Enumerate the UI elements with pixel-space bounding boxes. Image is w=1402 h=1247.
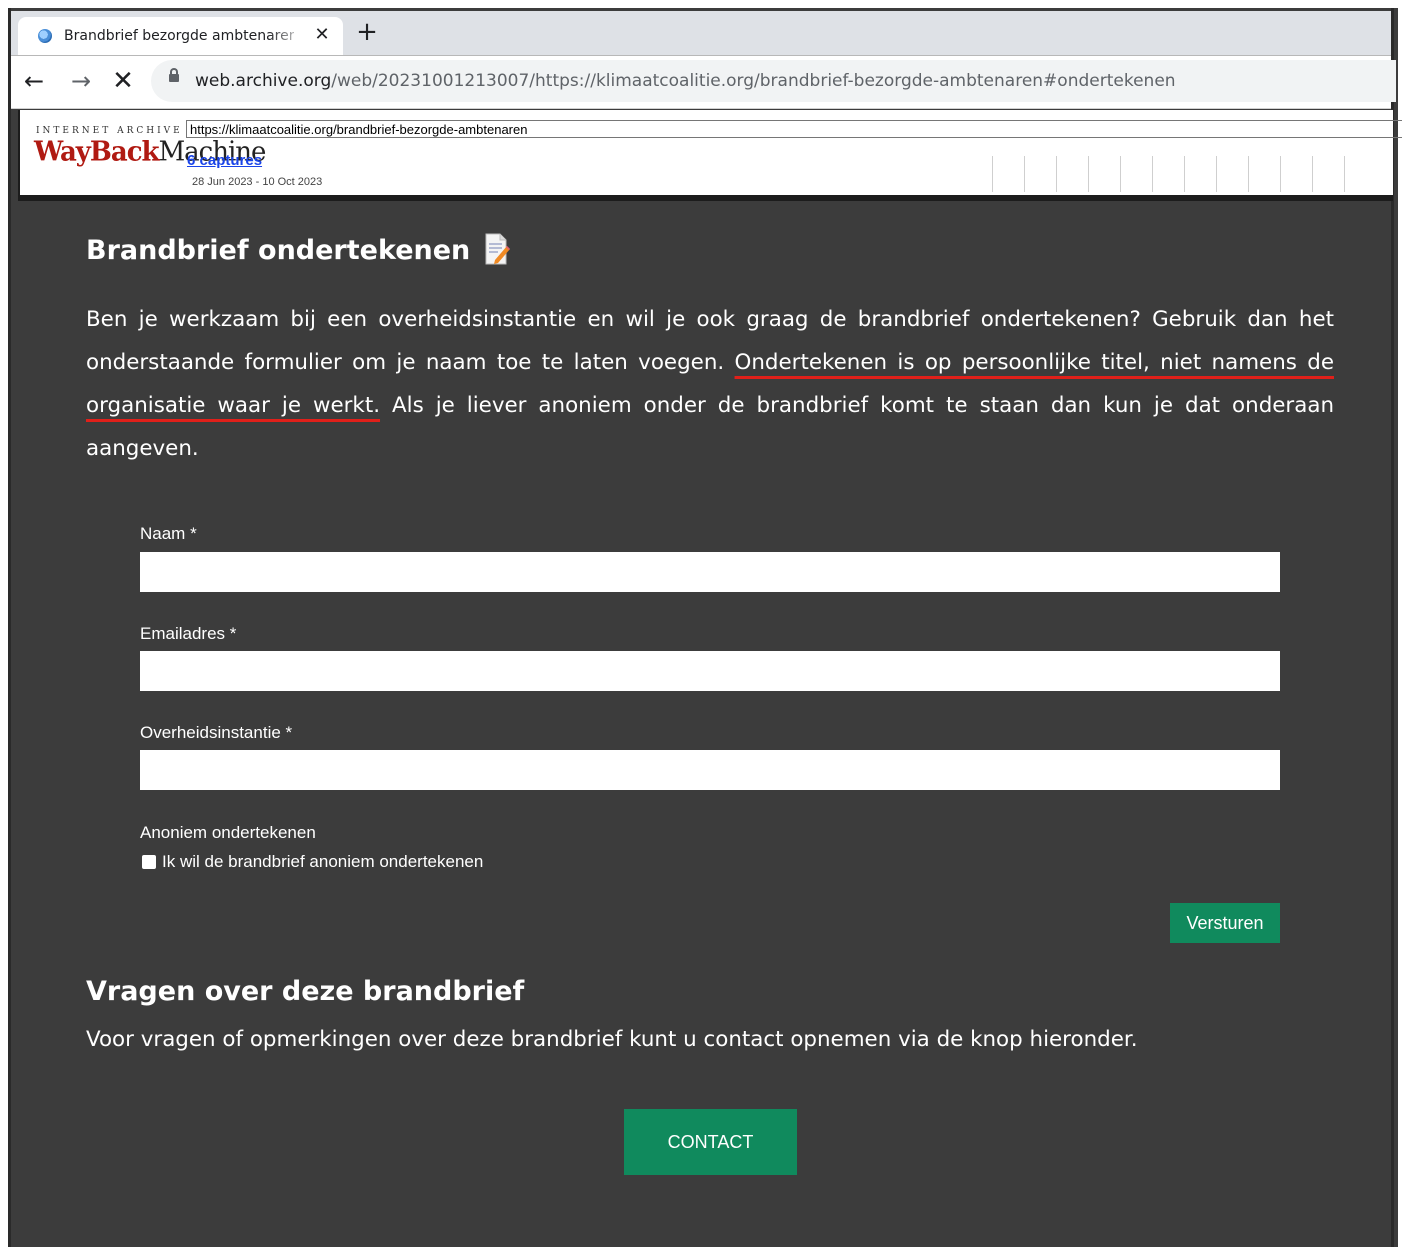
anonymous-checkbox[interactable] bbox=[142, 855, 156, 869]
organisation-label: Overheidsinstantie * bbox=[140, 723, 293, 742]
back-arrow-icon[interactable]: ← bbox=[19, 66, 49, 96]
logo-wayback-text: WayBack bbox=[34, 136, 160, 168]
contact-button[interactable]: CONTACT bbox=[624, 1109, 797, 1175]
anonymous-label: Anoniem ondertekenen bbox=[140, 823, 316, 842]
forward-arrow-icon[interactable]: → bbox=[66, 66, 96, 96]
globe-favicon-icon bbox=[38, 29, 52, 43]
plus-icon[interactable]: + bbox=[353, 18, 381, 46]
close-icon[interactable]: ✕ bbox=[312, 25, 332, 45]
capture-date-range: 28 Jun 2023 - 10 Oct 2023 bbox=[192, 176, 323, 188]
browser-tab[interactable]: Brandbrief bezorgde ambtenaren ✕ bbox=[18, 17, 343, 55]
heading-text: Brandbrief ondertekenen bbox=[86, 235, 471, 266]
intro-paragraph: Ben je werkzaam bij een overheidsinstant… bbox=[86, 298, 1334, 470]
tab-strip: Brandbrief bezorgde ambtenaren ✕ + bbox=[11, 11, 1391, 56]
window-border-left bbox=[8, 8, 11, 1247]
anonymous-checkbox-label[interactable]: Ik wil de brandbrief anoniem ondertekene… bbox=[162, 852, 483, 872]
anonymous-checkbox-row[interactable]: Ik wil de brandbrief anoniem ondertekene… bbox=[140, 852, 483, 872]
name-label: Naam * bbox=[140, 524, 197, 543]
captures-link[interactable]: 6 captures bbox=[187, 152, 262, 169]
submit-button[interactable]: Versturen bbox=[1170, 903, 1280, 943]
email-field[interactable] bbox=[140, 651, 1280, 691]
lock-icon bbox=[169, 68, 179, 82]
questions-heading: Vragen over deze brandbrief bbox=[86, 976, 525, 1007]
document-edit-icon bbox=[484, 233, 511, 265]
page-heading: Brandbrief ondertekenen bbox=[86, 228, 1336, 274]
email-label: Emailadres * bbox=[140, 624, 237, 643]
tab-title: Brandbrief bezorgde ambtenaren bbox=[64, 28, 294, 44]
internet-archive-label: INTERNET ARCHIVE bbox=[36, 126, 183, 136]
address-url[interactable]: web.archive.org/web/20231001213007/https… bbox=[195, 71, 1176, 91]
name-field[interactable] bbox=[140, 552, 1280, 592]
address-bar[interactable]: web.archive.org/web/20231001213007/https… bbox=[151, 60, 1396, 102]
stop-icon[interactable]: ✕ bbox=[108, 66, 138, 96]
tab-title-fade bbox=[268, 25, 308, 47]
questions-text: Voor vragen of opmerkingen over deze bra… bbox=[86, 1027, 1138, 1052]
url-host: web.archive.org bbox=[195, 71, 332, 91]
organisation-field[interactable] bbox=[140, 750, 1280, 790]
wayback-toolbar: INTERNET ARCHIVE WayBackMachine https://… bbox=[18, 110, 1402, 201]
url-path: /web/20231001213007/https://klimaatcoali… bbox=[331, 71, 1176, 91]
main-content: Brandbrief ondertekenen Ben je werkzaam … bbox=[86, 228, 1336, 461]
browser-toolbar: ← → ✕ web.archive.org/web/20231001213007… bbox=[11, 56, 1396, 109]
capture-calendar[interactable] bbox=[992, 156, 1392, 192]
wayback-url-input[interactable]: https://klimaatcoalitie.org/brandbrief-b… bbox=[186, 120, 1402, 138]
